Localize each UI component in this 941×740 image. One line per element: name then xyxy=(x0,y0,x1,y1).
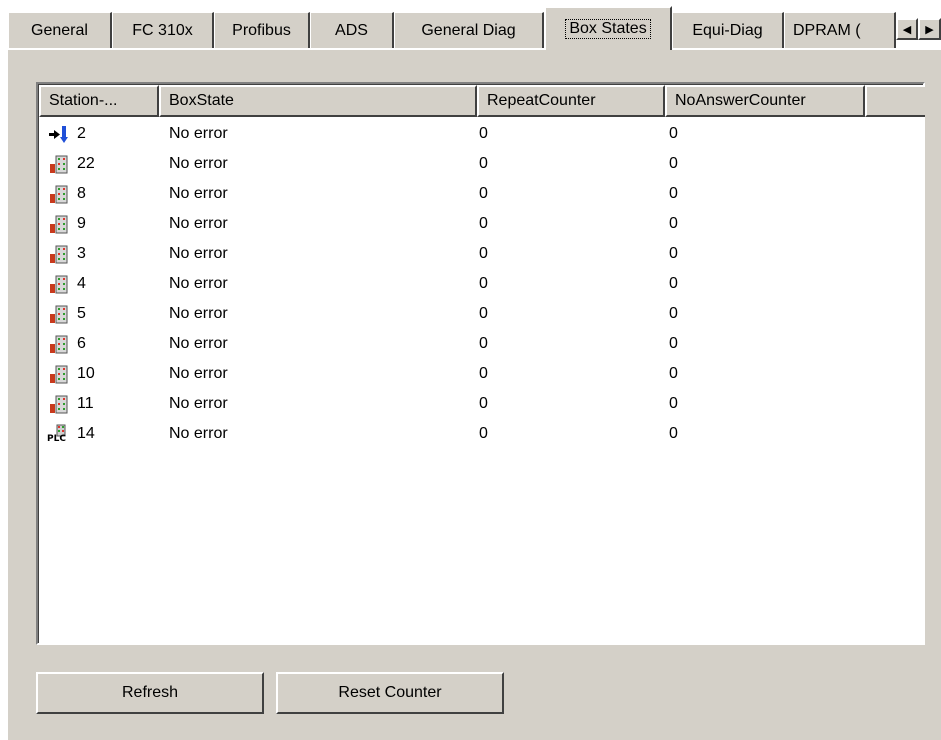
tab-label: General Diag xyxy=(421,21,516,39)
boxstate-cell: No error xyxy=(169,215,228,232)
column-header-station[interactable]: Station-... xyxy=(39,85,159,117)
tab-label: FC 310x xyxy=(132,21,193,39)
repeatcounter-cell: 0 xyxy=(479,365,488,382)
column-header-filler xyxy=(865,85,925,117)
table-row[interactable]: 11 No error 0 0 xyxy=(39,389,923,419)
noanswercounter-cell: 0 xyxy=(669,395,678,412)
repeatcounter-cell: 0 xyxy=(479,425,488,442)
io-box-icon xyxy=(49,304,69,324)
master-icon xyxy=(49,124,69,144)
tab-general[interactable]: General xyxy=(8,12,112,48)
tab-label: Box States xyxy=(565,19,651,39)
tab-fc310x[interactable]: FC 310x xyxy=(112,12,214,48)
repeatcounter-cell: 0 xyxy=(479,155,488,172)
repeatcounter-cell: 0 xyxy=(479,395,488,412)
station-cell: 2 xyxy=(77,125,86,142)
io-box-icon xyxy=(49,364,69,384)
table-row[interactable]: 8 No error 0 0 xyxy=(39,179,923,209)
reset-counter-button[interactable]: Reset Counter xyxy=(276,672,504,714)
tab-general-diag[interactable]: General Diag xyxy=(394,12,544,48)
station-cell: 10 xyxy=(77,365,95,382)
list-body: Station-... BoxState RepeatCounter NoAns… xyxy=(38,84,925,643)
noanswercounter-cell: 0 xyxy=(669,155,678,172)
repeatcounter-cell: 0 xyxy=(479,215,488,232)
station-cell: 22 xyxy=(77,155,95,172)
list-header: Station-... BoxState RepeatCounter NoAns… xyxy=(39,85,925,117)
station-cell: 14 xyxy=(77,425,95,442)
station-cell: 11 xyxy=(77,395,94,412)
column-header-repeatcounter[interactable]: RepeatCounter xyxy=(477,85,665,117)
refresh-button-label: Refresh xyxy=(121,684,179,701)
repeatcounter-cell: 0 xyxy=(479,305,488,322)
io-box-icon xyxy=(49,334,69,354)
reset-counter-button-label: Reset Counter xyxy=(338,684,442,701)
io-box-icon xyxy=(49,394,69,414)
scroll-left-icon[interactable]: ◀ xyxy=(896,18,918,40)
repeatcounter-cell: 0 xyxy=(479,335,488,352)
repeatcounter-cell: 0 xyxy=(479,185,488,202)
boxstate-cell: No error xyxy=(169,245,228,262)
box-states-list[interactable]: Station-... BoxState RepeatCounter NoAns… xyxy=(36,82,925,645)
io-box-icon xyxy=(49,244,69,264)
boxstate-cell: No error xyxy=(169,125,228,142)
table-row[interactable]: 2 No error 0 0 xyxy=(39,119,923,149)
table-row[interactable]: 6 No error 0 0 xyxy=(39,329,923,359)
station-cell: 8 xyxy=(77,185,86,202)
boxstate-cell: No error xyxy=(169,425,228,442)
tab-dpram[interactable]: DPRAM ( xyxy=(784,12,896,48)
tab-label: Profibus xyxy=(232,21,291,39)
noanswercounter-cell: 0 xyxy=(669,185,678,202)
io-box-icon xyxy=(49,214,69,234)
tab-profibus[interactable]: Profibus xyxy=(214,12,310,48)
tab-label: DPRAM ( xyxy=(793,21,861,39)
boxstate-cell: No error xyxy=(169,185,228,202)
io-box-icon xyxy=(49,154,69,174)
plc-box-icon: PLC xyxy=(47,424,69,444)
table-row[interactable]: 3 No error 0 0 xyxy=(39,239,923,269)
scroll-right-icon[interactable]: ▶ xyxy=(918,18,941,40)
boxstate-cell: No error xyxy=(169,275,228,292)
noanswercounter-cell: 0 xyxy=(669,305,678,322)
repeatcounter-cell: 0 xyxy=(479,125,488,142)
table-row[interactable]: 22 No error 0 0 xyxy=(39,149,923,179)
noanswercounter-cell: 0 xyxy=(669,275,678,292)
noanswercounter-cell: 0 xyxy=(669,245,678,262)
refresh-button[interactable]: Refresh xyxy=(36,672,264,714)
noanswercounter-cell: 0 xyxy=(669,125,678,142)
table-row[interactable]: PLC 14 No error 0 0 xyxy=(39,419,923,449)
noanswercounter-cell: 0 xyxy=(669,425,678,442)
repeatcounter-cell: 0 xyxy=(479,275,488,292)
tab-label: Equi-Diag xyxy=(692,21,763,39)
boxstate-cell: No error xyxy=(169,155,228,172)
boxstate-cell: No error xyxy=(169,335,228,352)
io-box-icon xyxy=(49,184,69,204)
tab-ads[interactable]: ADS xyxy=(310,12,394,48)
station-cell: 9 xyxy=(77,215,86,232)
station-cell: 6 xyxy=(77,335,86,352)
boxstate-cell: No error xyxy=(169,395,228,412)
noanswercounter-cell: 0 xyxy=(669,335,678,352)
io-box-icon xyxy=(49,274,69,294)
tab-equi-diag[interactable]: Equi-Diag xyxy=(672,12,784,48)
column-header-noanswercounter[interactable]: NoAnswerCounter xyxy=(665,85,865,117)
boxstate-cell: No error xyxy=(169,365,228,382)
plc-label: PLC xyxy=(47,434,66,444)
table-row[interactable]: 9 No error 0 0 xyxy=(39,209,923,239)
noanswercounter-cell: 0 xyxy=(669,365,678,382)
station-cell: 4 xyxy=(77,275,86,292)
station-cell: 5 xyxy=(77,305,86,322)
station-cell: 3 xyxy=(77,245,86,262)
tab-box-states[interactable]: Box States xyxy=(544,6,672,50)
repeatcounter-cell: 0 xyxy=(479,245,488,262)
tab-label: ADS xyxy=(335,21,368,39)
table-row[interactable]: 4 No error 0 0 xyxy=(39,269,923,299)
tab-label: General xyxy=(31,21,88,39)
table-row[interactable]: 5 No error 0 0 xyxy=(39,299,923,329)
table-row[interactable]: 10 No error 0 0 xyxy=(39,359,923,389)
noanswercounter-cell: 0 xyxy=(669,215,678,232)
boxstate-cell: No error xyxy=(169,305,228,322)
column-header-boxstate[interactable]: BoxState xyxy=(159,85,477,117)
